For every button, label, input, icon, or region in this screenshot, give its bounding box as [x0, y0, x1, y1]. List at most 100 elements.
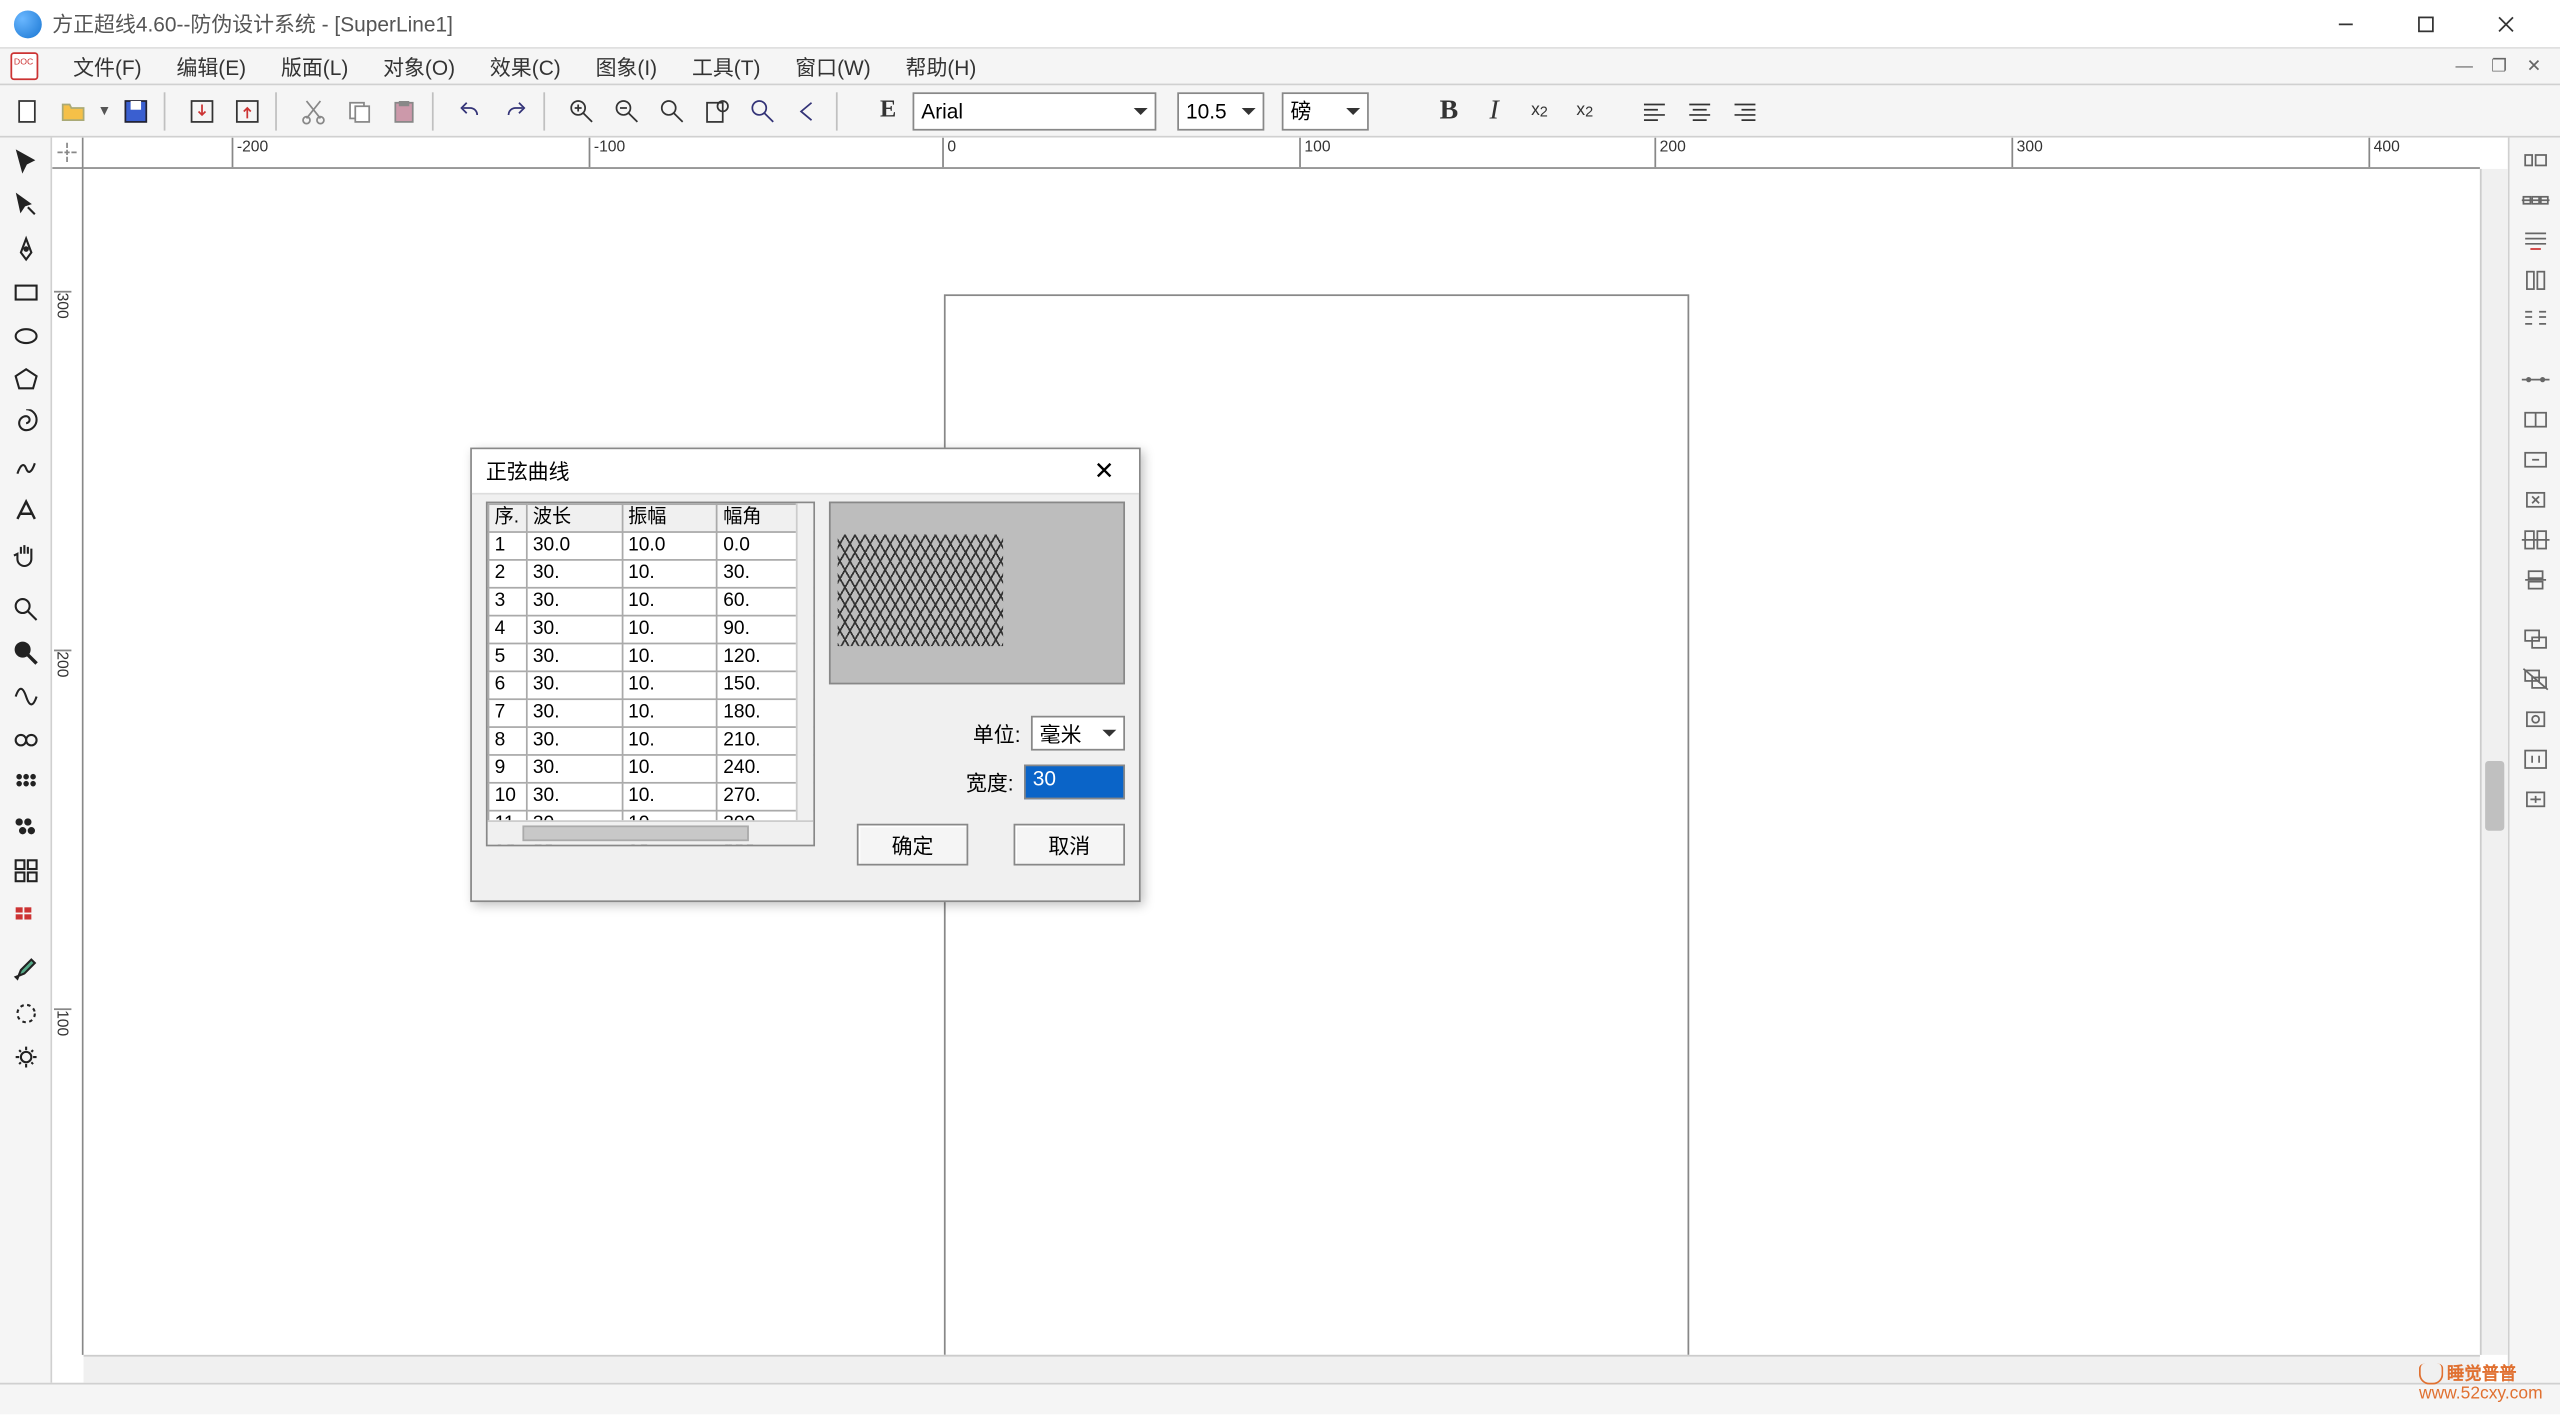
ellipse-tool[interactable]	[4, 315, 46, 357]
cancel-button[interactable]: 取消	[1014, 824, 1125, 866]
maximize-button[interactable]	[2386, 0, 2466, 47]
zoom-in-button[interactable]	[561, 90, 603, 132]
menu-c[interactable]: 效果(C)	[473, 48, 579, 85]
node-tool[interactable]	[4, 185, 46, 227]
font-size-select[interactable]: 10.5	[1177, 91, 1264, 129]
text-tool-icon[interactable]: E	[867, 90, 909, 132]
width-input[interactable]: 30	[1024, 765, 1125, 800]
freehand-tool[interactable]	[4, 446, 46, 488]
table-row[interactable]: 230.10.30.	[488, 560, 812, 588]
text-tool[interactable]	[4, 489, 46, 531]
dist-tool-2[interactable]	[2514, 401, 2556, 439]
table-h-scrollbar[interactable]	[488, 820, 814, 844]
align-tool-5[interactable]	[2514, 301, 2556, 339]
table-row[interactable]: 1030.10.270.	[488, 783, 812, 811]
gear-tool[interactable]	[4, 1036, 46, 1078]
sine-tool[interactable]	[4, 676, 46, 718]
redo-button[interactable]	[495, 90, 537, 132]
group-tool-5[interactable]	[2514, 780, 2556, 818]
ok-button[interactable]: 确定	[857, 824, 968, 866]
open-button[interactable]	[52, 90, 94, 132]
unit-select[interactable]: 毫米	[1031, 716, 1125, 751]
mdi-close-icon[interactable]: ✕	[2518, 52, 2549, 80]
align-center-button[interactable]	[1679, 90, 1721, 132]
zoom-page-button[interactable]	[697, 90, 739, 132]
mdi-minimize-icon[interactable]: —	[2449, 52, 2480, 80]
align-tool-3[interactable]	[2514, 221, 2556, 259]
pattern-tool-1[interactable]	[4, 763, 46, 805]
align-tool-2[interactable]	[2514, 181, 2556, 219]
table-row[interactable]: 830.10.210.	[488, 727, 812, 755]
export-button[interactable]	[226, 90, 268, 132]
menu-o[interactable]: 对象(O)	[366, 48, 473, 85]
undo-button[interactable]	[449, 90, 491, 132]
zoom-tool-2[interactable]	[4, 632, 46, 674]
close-button[interactable]	[2466, 0, 2546, 47]
horizontal-scrollbar[interactable]	[84, 1355, 2480, 1383]
back-button[interactable]	[787, 90, 829, 132]
cut-button[interactable]	[293, 90, 335, 132]
menu-w[interactable]: 窗口(W)	[778, 48, 888, 85]
align-tool-4[interactable]	[2514, 261, 2556, 299]
lattice-tool[interactable]	[4, 893, 46, 935]
pattern-tool-2[interactable]	[4, 806, 46, 848]
brush-tool[interactable]	[4, 949, 46, 991]
font-unit-select[interactable]: 磅	[1282, 91, 1369, 129]
pen-tool[interactable]	[4, 228, 46, 270]
menu-h[interactable]: 帮助(H)	[888, 48, 994, 85]
align-right-button[interactable]	[1724, 90, 1766, 132]
menu-t[interactable]: 工具(T)	[675, 48, 778, 85]
font-family-select[interactable]: Arial	[913, 91, 1157, 129]
subscript-button[interactable]: x2	[1564, 90, 1606, 132]
dist-tool-3[interactable]	[2514, 441, 2556, 479]
dist-tool-4[interactable]	[2514, 481, 2556, 519]
zoom-fit-button[interactable]	[651, 90, 693, 132]
table-row[interactable]: 430.10.90.	[488, 616, 812, 644]
menu-f[interactable]: 文件(F)	[56, 48, 159, 85]
grid-tool[interactable]	[4, 850, 46, 892]
new-button[interactable]	[7, 90, 49, 132]
group-tool-1[interactable]	[2514, 620, 2556, 658]
menu-l[interactable]: 版面(L)	[264, 48, 366, 85]
table-row[interactable]: 930.10.240.	[488, 755, 812, 783]
table-row[interactable]: 630.10.150.	[488, 671, 812, 699]
dialog-close-button[interactable]: ✕	[1083, 454, 1125, 489]
ruler-origin[interactable]	[52, 138, 83, 169]
table-row[interactable]: 530.10.120.	[488, 643, 812, 671]
group-tool-2[interactable]	[2514, 660, 2556, 698]
table-row[interactable]: 730.10.180.	[488, 699, 812, 727]
eyedropper-tool[interactable]	[4, 993, 46, 1035]
superscript-button[interactable]: x2	[1519, 90, 1561, 132]
table-row[interactable]: 330.10.60.	[488, 588, 812, 616]
paste-button[interactable]	[383, 90, 425, 132]
save-button[interactable]	[115, 90, 157, 132]
guilloche-tool[interactable]	[4, 719, 46, 761]
dist-tool-5[interactable]	[2514, 521, 2556, 559]
spiral-tool[interactable]	[4, 402, 46, 444]
dist-tool-1[interactable]	[2514, 360, 2556, 398]
import-button[interactable]	[181, 90, 223, 132]
canvas-area[interactable]: -200-1000100200300400 3002001000	[52, 138, 2508, 1383]
hand-tool[interactable]	[4, 533, 46, 575]
group-tool-4[interactable]	[2514, 740, 2556, 778]
menu-i[interactable]: 图象(I)	[578, 48, 674, 85]
table-row[interactable]: 130.010.00.0	[488, 532, 812, 560]
zoom-out-button[interactable]	[606, 90, 648, 132]
zoom-tool[interactable]	[4, 589, 46, 631]
pointer-tool[interactable]	[4, 141, 46, 183]
dialog-titlebar[interactable]: 正弦曲线 ✕	[472, 449, 1139, 494]
copy-button[interactable]	[338, 90, 380, 132]
minimize-button[interactable]	[2306, 0, 2386, 47]
menu-e[interactable]: 编辑(E)	[159, 48, 263, 85]
italic-button[interactable]: I	[1473, 90, 1515, 132]
mdi-restore-icon[interactable]: ❐	[2483, 52, 2514, 80]
group-tool-3[interactable]	[2514, 700, 2556, 738]
rectangle-tool[interactable]	[4, 272, 46, 314]
zoom-selection-button[interactable]	[742, 90, 784, 132]
polygon-tool[interactable]	[4, 359, 46, 401]
table-v-scrollbar[interactable]	[796, 503, 813, 820]
align-tool-1[interactable]	[2514, 141, 2556, 179]
vertical-scrollbar[interactable]	[2480, 169, 2508, 1355]
align-left-button[interactable]	[1634, 90, 1676, 132]
bold-button[interactable]: B	[1428, 90, 1470, 132]
